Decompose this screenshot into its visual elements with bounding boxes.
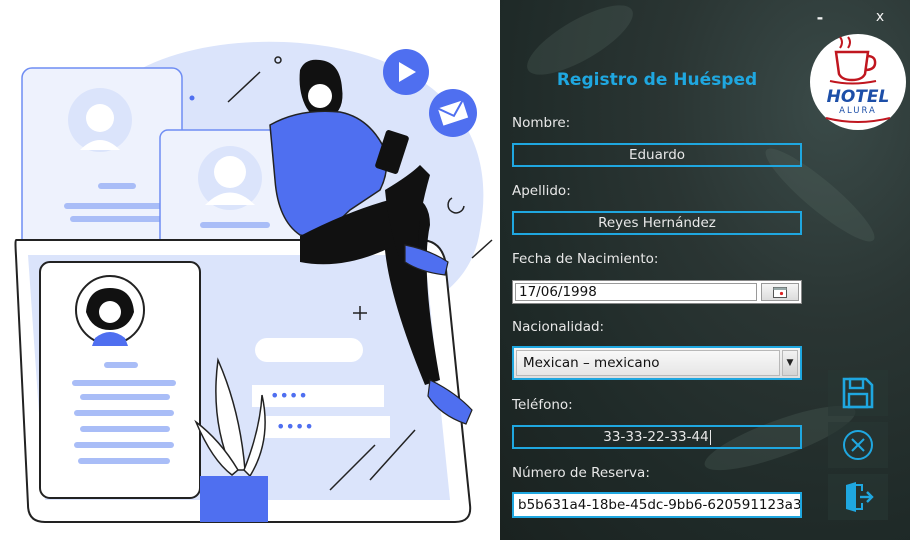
cup-icon: HOTEL ALURA xyxy=(825,36,891,123)
reserva-label: Número de Reserva: xyxy=(512,465,650,481)
registration-form-panel: - x HOTEL ALURA Registro de Huésped Nomb… xyxy=(500,0,910,540)
close-button[interactable]: x xyxy=(858,0,902,34)
nombre-field[interactable]: Eduardo xyxy=(512,143,802,167)
cancel-button[interactable] xyxy=(828,422,888,468)
logo-text-alura: ALURA xyxy=(839,106,877,116)
exit-button[interactable] xyxy=(828,474,888,520)
fecha-nacimiento-field: 17/06/1998 xyxy=(512,280,802,304)
numero-reserva-field[interactable]: b5b631a4-18be-45dc-9bb6-620591123a30 xyxy=(512,492,802,518)
minimize-button[interactable]: - xyxy=(798,0,842,34)
calendar-button[interactable] xyxy=(761,283,799,301)
logo-text-hotel: HOTEL xyxy=(827,87,890,107)
chevron-down-icon[interactable]: ▼ xyxy=(782,350,798,376)
password-dots-2: •••• xyxy=(276,417,314,436)
text-cursor xyxy=(709,429,711,445)
exit-icon xyxy=(846,482,874,512)
apellido-field[interactable]: Reyes Hernández xyxy=(512,211,802,235)
hotel-registration-illustration: •••• •••• xyxy=(14,41,493,523)
telefono-label: Teléfono: xyxy=(512,397,573,413)
nacionalidad-value: Mexican – mexicano xyxy=(516,350,780,376)
hotel-alura-logo: HOTEL ALURA xyxy=(810,34,906,130)
apellido-label: Apellido: xyxy=(512,183,571,199)
save-icon xyxy=(842,377,874,409)
calendar-icon xyxy=(773,286,787,298)
illustration-panel: •••• •••• xyxy=(0,0,500,540)
nacionalidad-label: Nacionalidad: xyxy=(512,319,605,335)
password-dots-1: •••• xyxy=(270,386,308,405)
save-button[interactable] xyxy=(828,370,888,416)
nacionalidad-select[interactable]: Mexican – mexicano ▼ xyxy=(512,346,802,380)
telefono-value: 33-33-22-33-44 xyxy=(603,429,709,445)
fecha-nacimiento-input[interactable]: 17/06/1998 xyxy=(515,283,757,301)
fecha-label: Fecha de Nacimiento: xyxy=(512,251,659,267)
telefono-field[interactable]: 33-33-22-33-44 xyxy=(512,425,802,449)
nombre-label: Nombre: xyxy=(512,115,571,131)
cancel-icon xyxy=(843,430,873,460)
form-title: Registro de Huésped xyxy=(556,70,758,90)
